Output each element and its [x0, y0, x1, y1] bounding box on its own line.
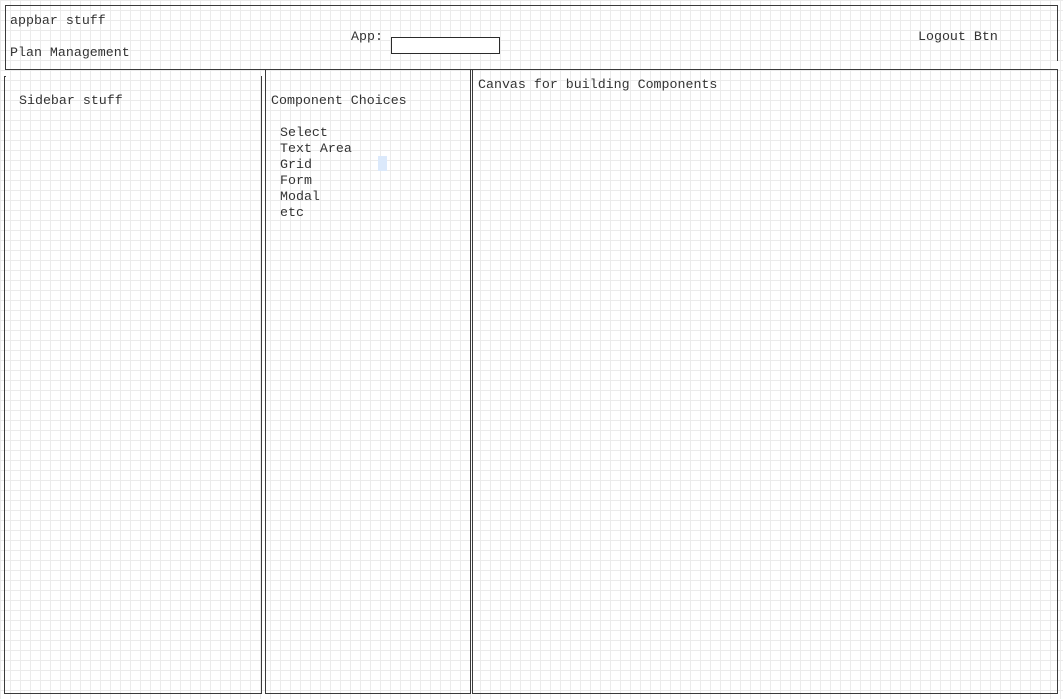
component-canvas[interactable]	[472, 69, 1058, 694]
logout-button[interactable]: Logout Btn	[918, 29, 998, 45]
app-label: App:	[351, 29, 383, 44]
appbar-text: appbar stuff	[10, 13, 106, 28]
sidebar-top-edge	[4, 76, 6, 77]
component-item-modal[interactable]: Modal	[280, 189, 320, 205]
component-item-select[interactable]: Select	[280, 125, 328, 141]
canvas-label: Canvas for building Components	[478, 77, 718, 92]
component-choices-title: Component Choices	[271, 93, 407, 108]
sidebar	[4, 76, 262, 694]
component-item-text-area[interactable]: Text Area	[280, 141, 352, 157]
sidebar-label: Sidebar stuff	[19, 93, 123, 108]
app-input[interactable]	[391, 37, 500, 54]
component-item-form[interactable]: Form	[280, 173, 312, 189]
selection-highlight	[378, 156, 387, 171]
component-item-etc[interactable]: etc	[280, 205, 304, 221]
page-title: Plan Management	[10, 45, 130, 60]
component-item-grid[interactable]: Grid	[280, 157, 312, 173]
appbar-right-edge	[1057, 5, 1058, 61]
appbar	[5, 5, 1057, 70]
